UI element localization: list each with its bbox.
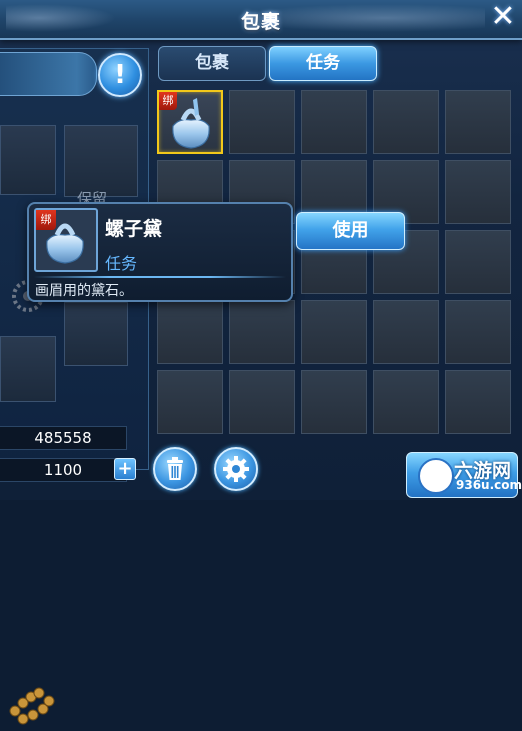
inventory-slot[interactable] xyxy=(373,370,439,434)
watermark-domain: 936u.com xyxy=(456,478,522,492)
watermark: 六游网 936u.com xyxy=(418,452,522,496)
item-tooltip: 绑 螺子黛 任务 画眉用的黛石。 xyxy=(27,202,293,302)
inventory-slot[interactable] xyxy=(445,370,511,434)
inventory-slot[interactable] xyxy=(301,300,367,364)
inventory-slot[interactable] xyxy=(157,370,223,434)
inventory-slot[interactable] xyxy=(229,90,295,154)
add-currency-button[interactable]: + xyxy=(114,458,136,480)
tooltip-item-description: 画眉用的黛石。 xyxy=(35,283,133,299)
title-bar: 包裹 ✕ xyxy=(0,0,522,40)
character-header-bar xyxy=(0,52,97,96)
inventory-slot[interactable] xyxy=(229,370,295,434)
inventory-slot[interactable] xyxy=(445,90,511,154)
inventory-slot[interactable] xyxy=(157,300,223,364)
gear-icon xyxy=(223,456,249,482)
equipment-slot[interactable] xyxy=(0,125,56,312)
bracelet-icon xyxy=(9,687,55,725)
inventory-slot[interactable] xyxy=(445,160,511,224)
tooltip-divider xyxy=(34,276,286,278)
window-title: 包裹 xyxy=(240,11,281,33)
discard-button[interactable] xyxy=(153,447,197,491)
tooltip-item-category: 任务 xyxy=(105,254,138,273)
bound-badge: 绑 xyxy=(159,92,177,110)
inventory-slot[interactable] xyxy=(301,370,367,434)
watermark-logo-icon xyxy=(418,458,454,494)
equipment-slot[interactable] xyxy=(64,302,128,366)
bound-badge: 绑 xyxy=(36,210,56,230)
info-icon[interactable]: ! xyxy=(98,53,142,97)
inventory-slot[interactable] xyxy=(373,90,439,154)
equipment-slot[interactable] xyxy=(64,125,138,197)
tab-task[interactable]: 任务 xyxy=(269,46,377,81)
settings-button[interactable] xyxy=(214,447,258,491)
gem-amount: 1100 xyxy=(0,458,127,482)
trash-icon xyxy=(167,457,183,480)
inventory-slot[interactable]: 绑 xyxy=(157,90,223,154)
inventory-slot[interactable] xyxy=(229,300,295,364)
inventory-slot[interactable] xyxy=(445,230,511,294)
use-item-button[interactable]: 使用 xyxy=(296,212,405,250)
tooltip-item-name: 螺子黛 xyxy=(105,218,163,240)
gold-amount: 485558 xyxy=(0,426,127,450)
equipment-slot[interactable] xyxy=(0,336,56,725)
tab-bag[interactable]: 包裹 xyxy=(158,46,266,81)
inventory-slot[interactable] xyxy=(445,300,511,364)
inventory-slot[interactable] xyxy=(301,90,367,154)
tooltip-item-icon-frame: 绑 xyxy=(34,208,98,272)
close-icon[interactable]: ✕ xyxy=(488,2,518,34)
inventory-slot[interactable] xyxy=(373,300,439,364)
